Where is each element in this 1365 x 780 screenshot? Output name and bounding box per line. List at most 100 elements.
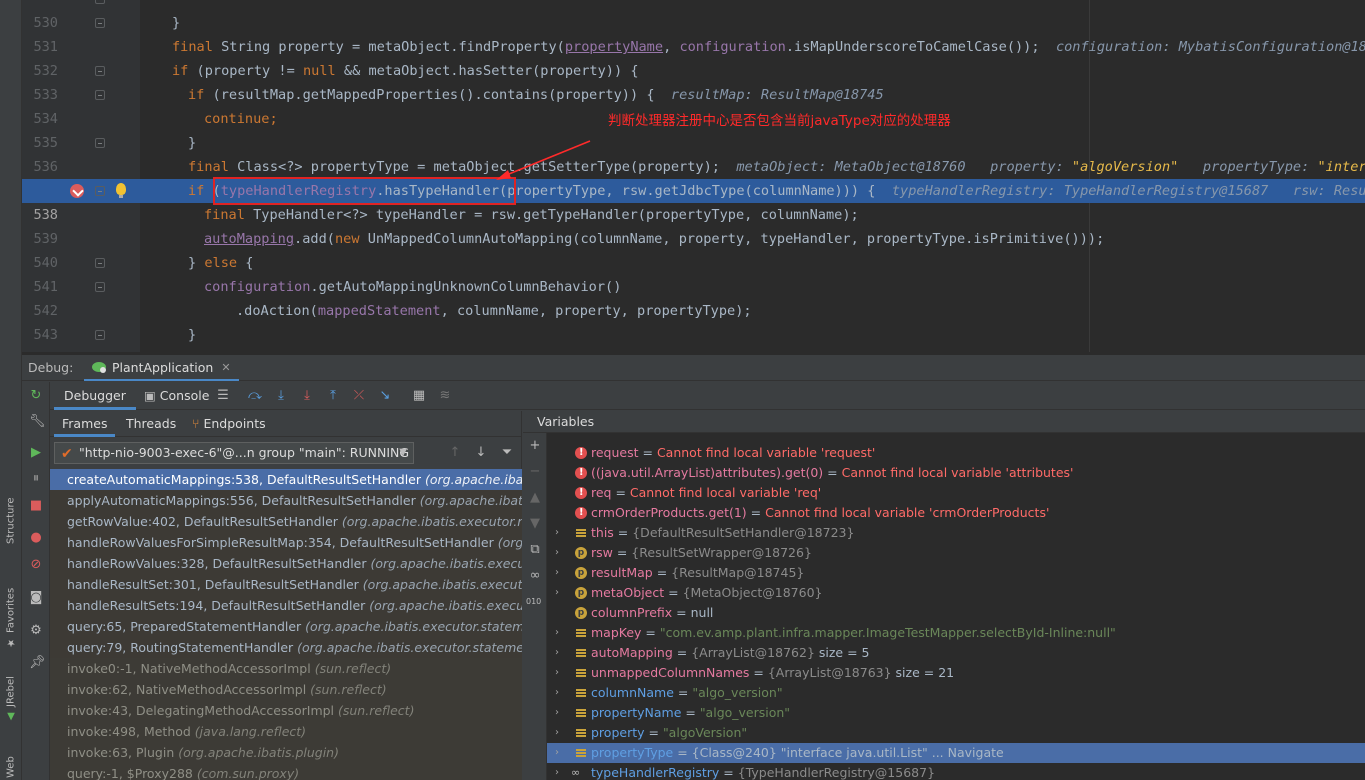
stack-frame[interactable]: handleRowValuesForSimpleResultMap:354, D… <box>50 532 522 553</box>
evaluate-icon[interactable]: ▦ <box>412 389 426 403</box>
favorites-tab[interactable]: ★ Favorites <box>2 582 20 648</box>
variable-text: typeHandlerRegistry = {TypeHandlerRegist… <box>591 765 936 780</box>
mute-breakpoints-icon[interactable]: ⊘ <box>29 558 43 572</box>
stack-frame[interactable]: query:65, PreparedStatementHandler (org.… <box>50 616 522 637</box>
trace-icon[interactable]: ≋ <box>438 389 452 403</box>
expand-chevron-icon[interactable]: › <box>555 703 559 723</box>
error-icon <box>575 503 587 523</box>
stack-frame[interactable]: handleRowValues:328, DefaultResultSetHan… <box>50 553 522 574</box>
variable-row[interactable]: › unmappedColumnNames = {ArrayList@18763}… <box>547 663 1365 683</box>
variable-row[interactable]: req = Cannot find local variable 'req' <box>547 483 1365 503</box>
arrow-down-icon[interactable]: ↓ <box>474 446 488 460</box>
variable-text: req = Cannot find local variable 'req' <box>591 485 822 500</box>
tab-debugger-label: Debugger <box>64 388 126 403</box>
web-tab[interactable]: Web <box>2 738 20 778</box>
expand-chevron-icon[interactable]: › <box>555 623 559 643</box>
expand-chevron-icon[interactable]: › <box>555 583 559 603</box>
expand-chevron-icon[interactable]: › <box>555 563 559 583</box>
code-editor[interactable]: 530 531 } 532 final String property = me… <box>22 0 1365 352</box>
variable-row[interactable]: request = Cannot find local variable 're… <box>547 443 1365 463</box>
thread-dropdown[interactable]: ✔ "http-nio-9003-exec-6"@...n group "mai… <box>54 442 414 464</box>
variable-row[interactable]: › propertyType = {Class@240} "interface j… <box>547 743 1365 763</box>
variable-row[interactable]: › ∞ typeHandlerRegistry = {TypeHandlerRegi… <box>547 763 1365 780</box>
frame-method: invoke0:-1, NativeMethodAccessorImpl <box>67 661 315 676</box>
stack-frame[interactable]: query:79, RoutingStatementHandler (org.a… <box>50 637 522 658</box>
check-icon: ✔ <box>61 446 73 462</box>
variable-row[interactable]: › mapKey = "com.ev.amp.plant.infra.mapper… <box>547 623 1365 643</box>
expand-chevron-icon[interactable]: › <box>555 763 559 780</box>
move-down-icon[interactable]: ▼ <box>528 517 542 531</box>
variable-row[interactable]: crmOrderProducts.get(1) = Cannot find lo… <box>547 503 1365 523</box>
pin-icon[interactable]: 📌︎ <box>29 656 46 670</box>
tab-threads-label: Threads <box>126 416 177 431</box>
frame-package: (org.apache.ibatis.executor.resultset) <box>419 493 522 508</box>
run-config-tab[interactable]: PlantApplication ✕ <box>84 355 239 381</box>
variable-row[interactable]: › propertyName = "algo_version" <box>547 703 1365 723</box>
variable-row[interactable]: › p resultMap = {ResultMap@18745} <box>547 563 1365 583</box>
stack-frame[interactable]: invoke:62, NativeMethodAccessorImpl (sun… <box>50 679 522 700</box>
variable-row[interactable]: ((java.util.ArrayList)attributes).get(0)… <box>547 463 1365 483</box>
close-icon[interactable]: ✕ <box>221 361 230 374</box>
step-out-icon[interactable]: ⤒ <box>326 389 340 403</box>
view-breakpoints-icon[interactable]: ● <box>29 531 43 545</box>
expand-chevron-icon[interactable]: › <box>555 543 559 563</box>
stack-frame[interactable]: invoke:498, Method (java.lang.reflect) <box>50 721 522 742</box>
stack-frame[interactable]: query:-1, $Proxy288 (com.sun.proxy) <box>50 763 522 780</box>
expand-chevron-icon[interactable]: › <box>555 743 559 763</box>
debug-tool-window: Debug: PlantApplication ✕ ↻ 🔧︎ ▶ ⏸︎ ■ ● … <box>22 354 1365 780</box>
stack-frame[interactable]: invoke:63, Plugin (org.apache.ibatis.plu… <box>50 742 522 763</box>
field-icon <box>575 687 587 699</box>
stack-frame[interactable]: invoke:43, DelegatingMethodAccessorImpl … <box>50 700 522 721</box>
watches-icon[interactable]: ∞ <box>528 569 542 583</box>
force-step-into-icon[interactable]: ⤓ <box>300 389 314 403</box>
expand-chevron-icon[interactable]: › <box>555 643 559 663</box>
filter-icon[interactable]: ⏷ <box>500 446 514 460</box>
stack-frame[interactable]: createAutomaticMappings:538, DefaultResu… <box>50 469 522 490</box>
variable-row[interactable]: › columnName = "algo_version" <box>547 683 1365 703</box>
expand-chevron-icon[interactable]: › <box>555 663 559 683</box>
expand-chevron-icon[interactable]: › <box>555 723 559 743</box>
variable-row[interactable]: › autoMapping = {ArrayList@18762} size = … <box>547 643 1365 663</box>
arrow-up-icon[interactable]: ↑ <box>448 446 462 460</box>
expand-chevron-icon[interactable]: › <box>555 523 559 543</box>
run-to-cursor-icon[interactable]: ↘ <box>378 389 392 403</box>
field-icon <box>575 667 587 679</box>
expand-chevron-icon[interactable]: › <box>555 683 559 703</box>
frame-method: getRowValue:402, DefaultResultSetHandler <box>67 514 342 529</box>
stack-frame[interactable]: getRowValue:402, DefaultResultSetHandler… <box>50 511 522 532</box>
gear-icon[interactable]: ⚙ <box>29 624 43 638</box>
step-into-icon[interactable]: ⤓ <box>274 389 288 403</box>
stack-frame[interactable]: handleResultSets:194, DefaultResultSetHa… <box>50 595 522 616</box>
tab-threads[interactable]: Threads <box>118 411 184 437</box>
remove-watch-icon[interactable]: − <box>528 465 542 479</box>
error-icon <box>575 483 587 503</box>
variable-row[interactable]: p columnPrefix = null <box>547 603 1365 623</box>
tab-debugger[interactable]: Debugger <box>54 382 136 410</box>
camera-icon[interactable]: ◙ <box>29 591 43 605</box>
variable-row[interactable]: › p metaObject = {MetaObject@18760} <box>547 583 1365 603</box>
show-execution-point-icon[interactable]: ⤼ <box>248 389 262 403</box>
copy-icon[interactable]: ⧉ <box>528 543 542 557</box>
tab-endpoints[interactable]: ⑂ Endpoints <box>184 411 274 437</box>
menu-icon[interactable]: ☰ <box>216 389 230 403</box>
structure-tab[interactable]: Structure <box>2 496 20 544</box>
tab-console[interactable]: ▣ Console <box>134 382 219 410</box>
tab-frames[interactable]: Frames <box>54 411 116 437</box>
variable-row[interactable]: › this = {DefaultResultSetHandler@18723} <box>547 523 1365 543</box>
jrebel-tab[interactable]: ▲ JRebel <box>2 668 20 722</box>
resume-icon[interactable]: ▶ <box>29 446 43 460</box>
add-watch-icon[interactable]: + <box>528 439 542 453</box>
variable-row[interactable]: › p rsw = {ResultSetWrapper@18726} <box>547 543 1365 563</box>
stack-frame[interactable]: invoke0:-1, NativeMethodAccessorImpl (su… <box>50 658 522 679</box>
tab-console-label: Console <box>159 388 210 403</box>
variable-row[interactable]: › property = "algoVersion" <box>547 723 1365 743</box>
pause-icon[interactable]: ⏸︎ <box>29 472 43 486</box>
rerun-icon[interactable]: ↻ <box>29 389 43 403</box>
drop-frame-icon[interactable]: ⤫ <box>352 389 366 403</box>
binary-icon[interactable]: 010 <box>526 595 541 609</box>
stop-icon[interactable]: ■ <box>29 499 43 513</box>
move-up-icon[interactable]: ▲ <box>528 491 542 505</box>
stack-frame[interactable]: handleResultSet:301, DefaultResultSetHan… <box>50 574 522 595</box>
stack-frame[interactable]: applyAutomaticMappings:556, DefaultResul… <box>50 490 522 511</box>
wrench-icon[interactable]: 🔧︎ <box>29 415 46 429</box>
